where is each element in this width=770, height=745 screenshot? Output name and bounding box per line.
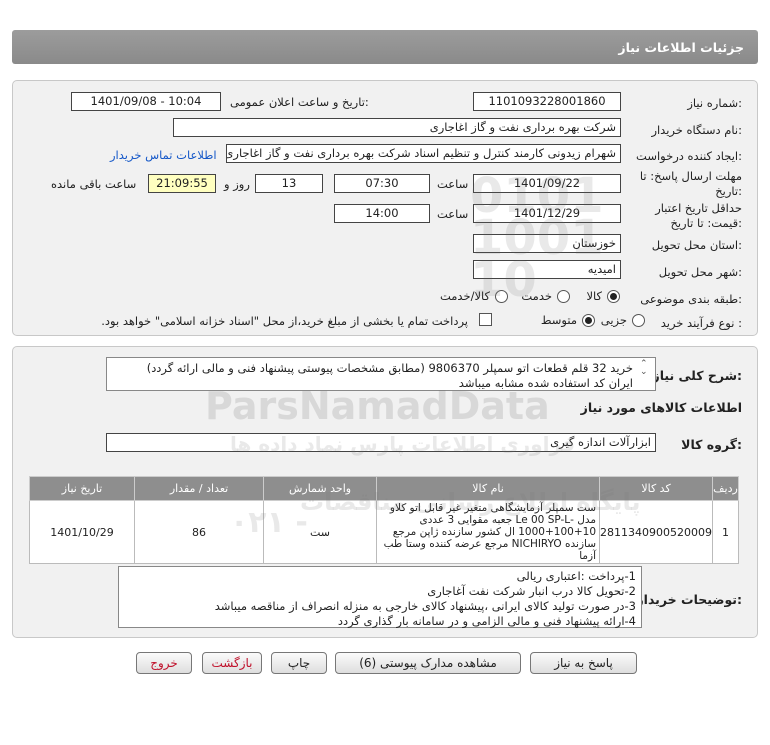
process-label: نوع فرآیند خرید : (660, 316, 742, 330)
buyer-note-line-2: 2-تحویل کالا درب انبار شرکت نفت آغاجاری (427, 584, 636, 598)
days-field: 13 (255, 174, 323, 193)
watermark-phone: ۰۲۱ - (230, 505, 308, 540)
category-goods-radio[interactable] (607, 290, 620, 303)
process-partial-option[interactable]: جزیی (601, 313, 645, 327)
payment-note: پرداخت تمام یا بخشی از مبلغ خرید،از محل … (101, 314, 468, 328)
textarea-resize-icon: ⌃ ⌄ (640, 359, 648, 377)
deadline-label-1: مهلت ارسال پاسخ: تا (639, 169, 742, 183)
cell-row: 1 (712, 500, 739, 564)
view-documents-button[interactable]: مشاهده مدارک پیوستی (6) (335, 652, 521, 674)
creator-field: شهرام زیدونی کارمند کنترل و تنظیم اسناد … (226, 144, 621, 163)
col-date: تاریخ نیاز (28, 476, 136, 501)
validity-time-label: ساعت (437, 207, 469, 221)
deadline-label-2: تاریخ: (715, 184, 742, 198)
col-row: ردیف (712, 476, 739, 501)
validity-label-1: حداقل تاریخ اعتبار (655, 201, 742, 215)
watermark-tagline-2: پایگاه اطلاع رسانی مناقصات (300, 488, 641, 516)
description-line-1: خرید 32 قلم قطعات اتو سمپلر 9806370 (مطا… (146, 361, 633, 375)
treasury-payment-checkbox[interactable] (479, 313, 492, 326)
process-medium-option[interactable]: متوسط (541, 313, 595, 327)
reply-button[interactable]: پاسخ به نیاز (530, 652, 637, 674)
need-number-label: شماره نیاز: (687, 96, 742, 110)
announce-field: 1401/09/08 - 10:04 (71, 92, 221, 111)
remaining-label: ساعت باقی مانده (51, 177, 137, 191)
process-medium-text: متوسط (540, 313, 577, 327)
contact-buyer-link[interactable]: اطلاعات تماس خریدار (110, 148, 217, 162)
buyer-note-line-3: 3-در صورت تولید کالای ایرانی ،پیشنهاد کا… (214, 599, 636, 613)
buyer-note-line-1: 1-پرداخت :اعتباری ریالی (516, 569, 636, 583)
need-number-field: 1101093228001860 (473, 92, 621, 111)
process-partial-radio[interactable] (632, 314, 645, 327)
watermark-tagline: فراوری اطلاعات پارس نماد داده ها (230, 432, 576, 456)
creator-label: ایجاد کننده درخواست: (636, 149, 742, 163)
countdown-field: 21:09:55 (148, 174, 216, 193)
buyer-field: شرکت بهره برداری نفت و گاز اغاجاری (173, 118, 621, 137)
city-label: شهر محل تحویل: (658, 265, 742, 279)
process-partial-text: جزیی (600, 313, 627, 327)
cell-date: 1401/10/29 (28, 500, 136, 564)
col-qty: تعداد / مقدار (134, 476, 265, 501)
validity-time-field: 14:00 (334, 204, 430, 223)
buyer-label: نام دستگاه خریدار: (651, 123, 742, 137)
buyer-notes-box: 1-پرداخت :اعتباری ریالی 2-تحویل کالا درب… (118, 566, 642, 628)
deadline-time-label: ساعت (437, 177, 469, 191)
watermark-brand: ParsNamadData (205, 384, 550, 428)
goods-section-title: اطلاعات کالاهای مورد نیاز (580, 400, 742, 415)
buyer-notes-label: توضیحات خریدار: (636, 592, 742, 607)
day-and-label: روز و (224, 177, 250, 191)
back-button[interactable]: بازگشت (202, 652, 262, 674)
buyer-note-line-4: 4-ارائه پیشنهاد فنی و مالی الزامی و در س… (337, 614, 636, 628)
description-label: شرح کلی نیاز: (652, 368, 743, 383)
print-button[interactable]: چاپ (271, 652, 327, 674)
validity-label-2: قیمت: تا تاریخ: (670, 216, 742, 230)
announce-label: تاریخ و ساعت اعلان عمومی: (230, 95, 369, 109)
goods-group-label: گروه کالا: (681, 437, 742, 452)
page-title: جزئیات اطلاعات نیاز (618, 40, 744, 55)
category-label: طبقه بندی موضوعی: (640, 292, 742, 306)
process-medium-radio[interactable] (582, 314, 595, 327)
province-label: استان محل تحویل: (651, 238, 742, 252)
page-header: جزئیات اطلاعات نیاز (12, 30, 758, 64)
deadline-time-field: 07:30 (334, 174, 430, 193)
watermark-digits: 0101 1001 10 (470, 168, 604, 308)
exit-button[interactable]: خروج (136, 652, 192, 674)
